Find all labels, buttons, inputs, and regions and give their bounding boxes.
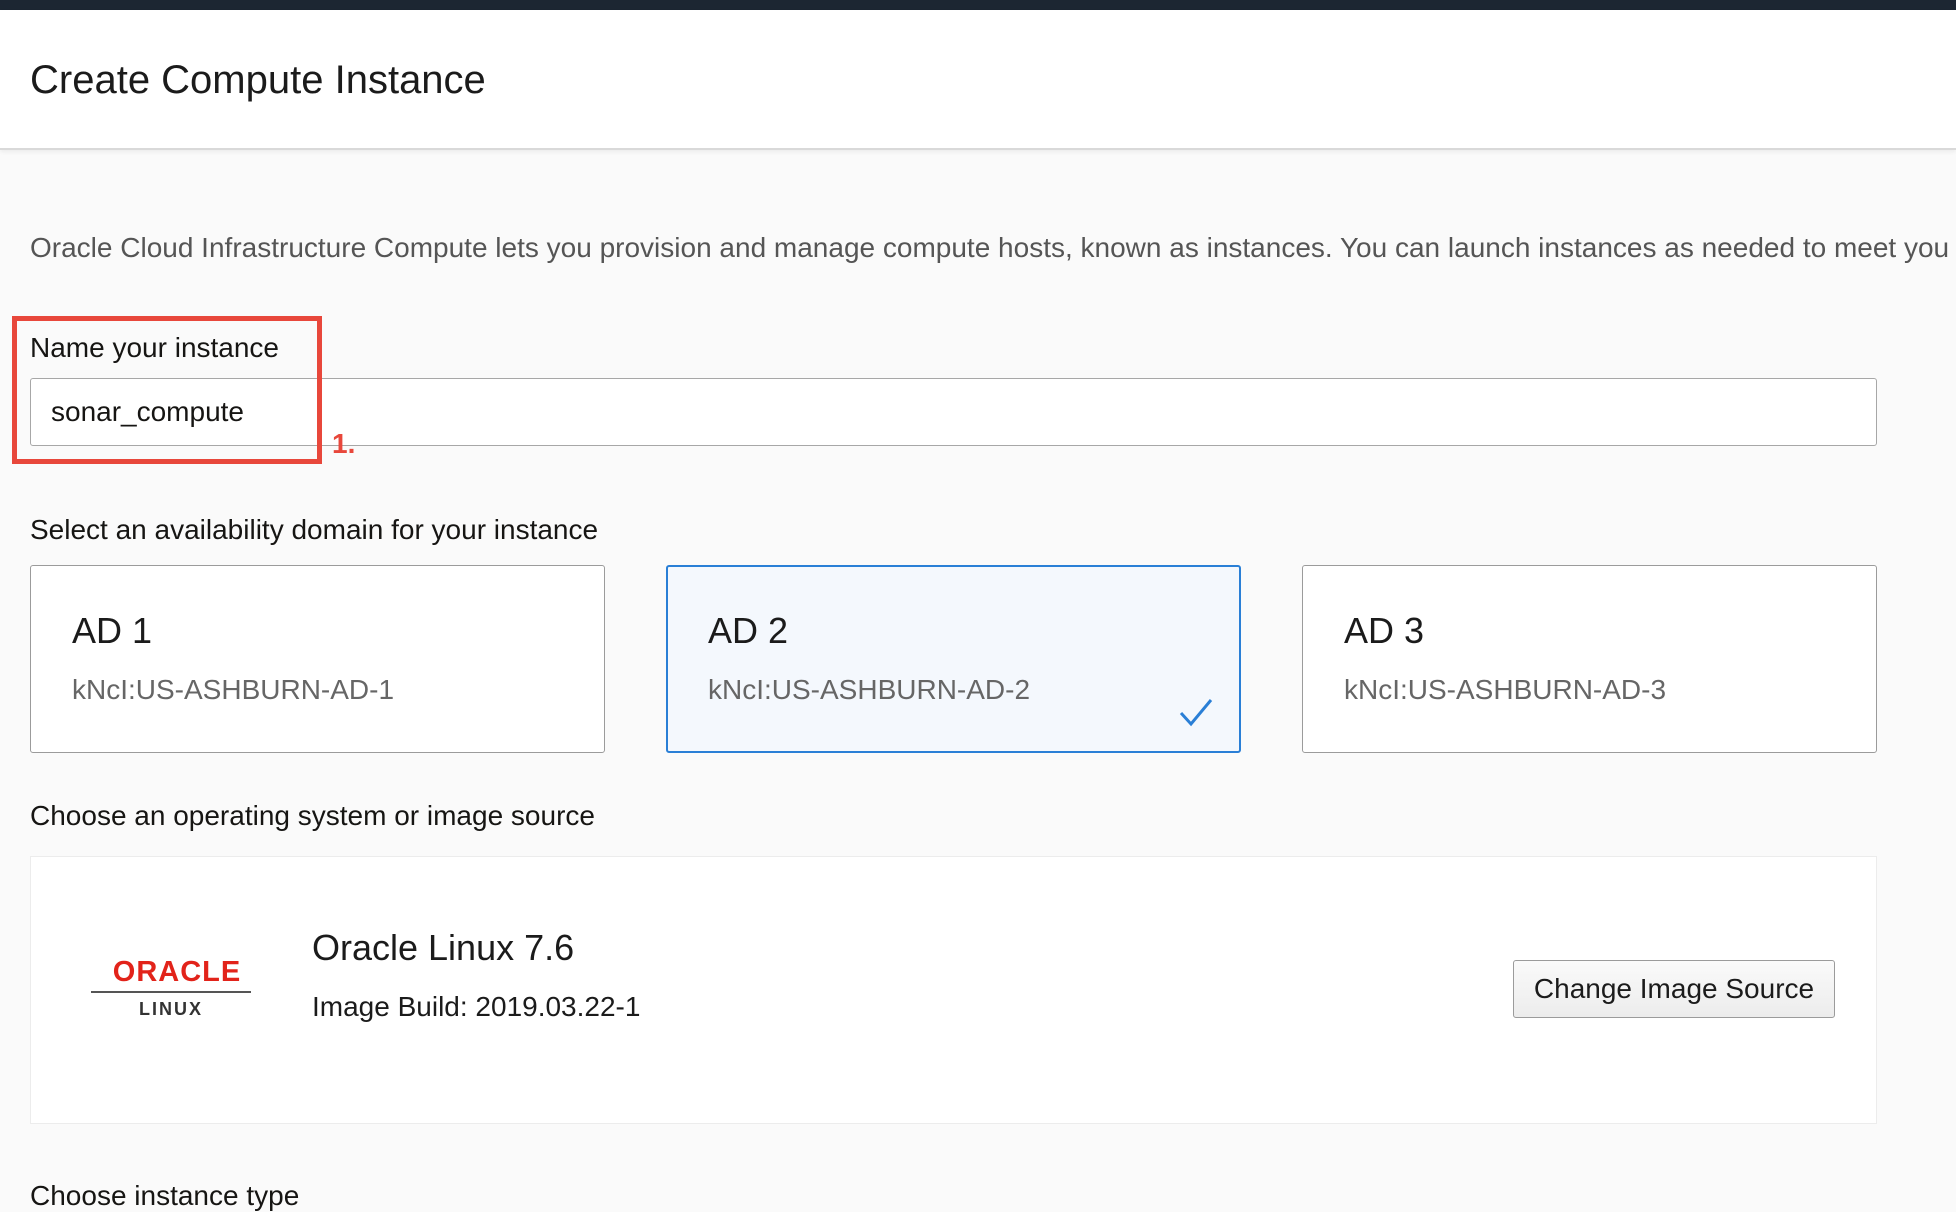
ad-card-title: AD 2 bbox=[708, 610, 789, 651]
ad-card-title: AD 3 bbox=[1344, 610, 1425, 651]
ad-card-subtitle: kNcI:US-ASHBURN-AD-3 bbox=[1344, 674, 1667, 705]
image-source-label: Choose an operating system or image sour… bbox=[30, 800, 595, 831]
image-source-panel: ORACLE LINUX Oracle Linux 7.6 Image Buil… bbox=[30, 856, 1877, 1124]
change-image-source-button[interactable]: Change Image Source bbox=[1513, 960, 1835, 1018]
checkmark-icon bbox=[1179, 699, 1213, 727]
logo-divider bbox=[91, 991, 251, 993]
logo-wordmark: ORACLE bbox=[112, 956, 242, 988]
oracle-linux-logo: ORACLE LINUX bbox=[91, 957, 263, 1021]
top-navigation-strip bbox=[0, 0, 1956, 10]
availability-domain-card-ad2[interactable]: AD 2 kNcI:US-ASHBURN-AD-2 bbox=[666, 565, 1241, 753]
logo-subtitle: LINUX bbox=[139, 999, 203, 1019]
annotation-step-marker: 1. bbox=[332, 428, 356, 459]
page-title: Create Compute Instance bbox=[30, 58, 486, 102]
availability-domain-label: Select an availability domain for your i… bbox=[30, 514, 599, 545]
intro-description: Oracle Cloud Infrastructure Compute lets… bbox=[30, 232, 1950, 263]
instance-type-label: Choose instance type bbox=[30, 1180, 300, 1211]
availability-domain-card-ad3[interactable]: AD 3 kNcI:US-ASHBURN-AD-3 bbox=[1302, 565, 1877, 753]
annotation-highlight-box bbox=[12, 316, 322, 464]
os-build: Image Build: 2019.03.22-1 bbox=[312, 991, 641, 1022]
availability-domain-card-ad1[interactable]: AD 1 kNcI:US-ASHBURN-AD-1 bbox=[30, 565, 605, 753]
ad-card-subtitle: kNcI:US-ASHBURN-AD-1 bbox=[72, 674, 395, 705]
ad-card-subtitle: kNcI:US-ASHBURN-AD-2 bbox=[708, 674, 1031, 705]
ad-card-title: AD 1 bbox=[72, 610, 153, 651]
os-name: Oracle Linux 7.6 bbox=[312, 927, 575, 968]
page-header: Create Compute Instance bbox=[0, 10, 1956, 150]
